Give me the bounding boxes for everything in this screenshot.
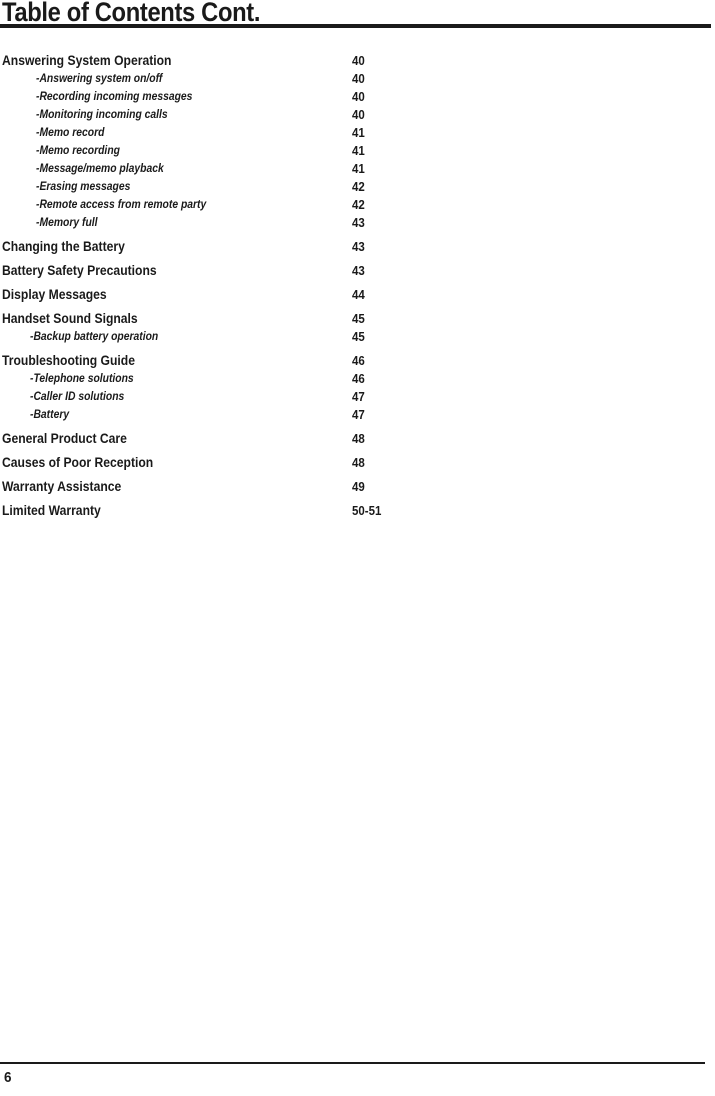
toc-entry-label: -Caller ID solutions [30, 391, 125, 403]
toc-entry-page-number: 42 [352, 198, 365, 212]
toc-entry-label: Causes of Poor Reception [2, 455, 154, 470]
toc-entry-page-number: 40 [352, 54, 365, 68]
toc-entry-page-number: 45 [352, 312, 365, 326]
toc-entry-label: -Erasing messages [36, 181, 131, 193]
toc-entry-label: Changing the Battery [2, 239, 125, 254]
toc-subentry[interactable]: -Telephone solutions 46 [0, 371, 715, 389]
toc-entry-page-number: 40 [352, 72, 365, 86]
toc-entry-page-number: 45 [352, 330, 365, 344]
toc-entry[interactable]: Display Messages 44 [0, 287, 715, 305]
toc-entry-label: Display Messages [2, 287, 107, 302]
toc-entry-label: Answering System Operation [2, 53, 172, 68]
footer-divider [0, 1062, 705, 1064]
toc-entry-page-number: 43 [352, 240, 365, 254]
toc-entry[interactable]: Limited Warranty 50-51 [0, 503, 715, 521]
toc-subentry[interactable]: -Memory full 43 [0, 215, 715, 233]
toc-entry-page-number: 40 [352, 90, 365, 104]
header-divider [0, 24, 711, 28]
toc-subentry[interactable]: -Answering system on/off 40 [0, 71, 715, 89]
toc-entry-page-number: 49 [352, 480, 365, 494]
toc-entry-label: -Monitoring incoming calls [36, 109, 168, 121]
toc-entry-page-number: 47 [352, 408, 365, 422]
toc-entry-page-number: 46 [352, 372, 365, 386]
toc-subentry[interactable]: -Caller ID solutions 47 [0, 389, 715, 407]
toc-entry[interactable]: Warranty Assistance 49 [0, 479, 715, 497]
toc-entry-page-number: 46 [352, 354, 365, 368]
toc-subentry[interactable]: -Message/memo playback 41 [0, 161, 715, 179]
toc-subentry[interactable]: -Recording incoming messages 40 [0, 89, 715, 107]
toc-entry-label: -Remote access from remote party [36, 199, 207, 211]
toc-entry-label: -Memory full [36, 217, 98, 229]
toc-entry-label: General Product Care [2, 431, 127, 446]
toc-subentry[interactable]: -Memo recording 41 [0, 143, 715, 161]
toc-entry-page-number: 47 [352, 390, 365, 404]
toc-entry-label: Battery Safety Precautions [2, 263, 157, 278]
table-of-contents: Answering System Operation 40 -Answering s… [0, 53, 715, 521]
toc-entry-label: -Telephone solutions [30, 373, 134, 385]
toc-entry[interactable]: Answering System Operation 40 [0, 53, 715, 71]
toc-entry-page-number: 48 [352, 456, 365, 470]
toc-entry-page-number: 43 [352, 216, 365, 230]
toc-entry-page-number: 50-51 [352, 504, 382, 518]
toc-entry-page-number: 44 [352, 288, 365, 302]
toc-entry[interactable]: Troubleshooting Guide 46 [0, 353, 715, 371]
toc-entry-label: Handset Sound Signals [2, 311, 138, 326]
page-title: Table of Contents Cont. [2, 0, 261, 27]
toc-entry-label: -Answering system on/off [36, 73, 163, 85]
toc-entry[interactable]: Causes of Poor Reception 48 [0, 455, 715, 473]
toc-entry-page-number: 48 [352, 432, 365, 446]
toc-entry-page-number: 42 [352, 180, 365, 194]
toc-subentry[interactable]: -Remote access from remote party 42 [0, 197, 715, 215]
toc-entry[interactable]: Changing the Battery 43 [0, 239, 715, 257]
toc-entry-page-number: 41 [352, 144, 365, 158]
toc-entry-label: -Backup battery operation [30, 331, 159, 343]
toc-entry-page-number: 41 [352, 126, 365, 140]
toc-subentry[interactable]: -Monitoring incoming calls 40 [0, 107, 715, 125]
footer-page-number: 6 [4, 1069, 12, 1086]
toc-subentry[interactable]: -Memo record 41 [0, 125, 715, 143]
toc-entry-page-number: 40 [352, 108, 365, 122]
toc-entry-label: Warranty Assistance [2, 479, 122, 494]
toc-subentry[interactable]: -Backup battery operation 45 [0, 329, 715, 347]
toc-entry-label: Troubleshooting Guide [2, 353, 135, 368]
toc-entry[interactable]: General Product Care 48 [0, 431, 715, 449]
toc-entry-label: -Message/memo playback [36, 163, 164, 175]
toc-entry-page-number: 43 [352, 264, 365, 278]
toc-entry-label: Limited Warranty [2, 503, 101, 518]
toc-entry-label: -Battery [30, 409, 70, 421]
toc-entry-label: -Memo recording [36, 145, 120, 157]
toc-entry[interactable]: Handset Sound Signals 45 [0, 311, 715, 329]
toc-entry-page-number: 41 [352, 162, 365, 176]
document-page: Table of Contents Cont. Answering System… [0, 0, 715, 1096]
toc-entry[interactable]: Battery Safety Precautions 43 [0, 263, 715, 281]
toc-entry-label: -Recording incoming messages [36, 91, 193, 103]
toc-subentry[interactable]: -Erasing messages 42 [0, 179, 715, 197]
toc-entry-label: -Memo record [36, 127, 105, 139]
toc-subentry[interactable]: -Battery 47 [0, 407, 715, 425]
